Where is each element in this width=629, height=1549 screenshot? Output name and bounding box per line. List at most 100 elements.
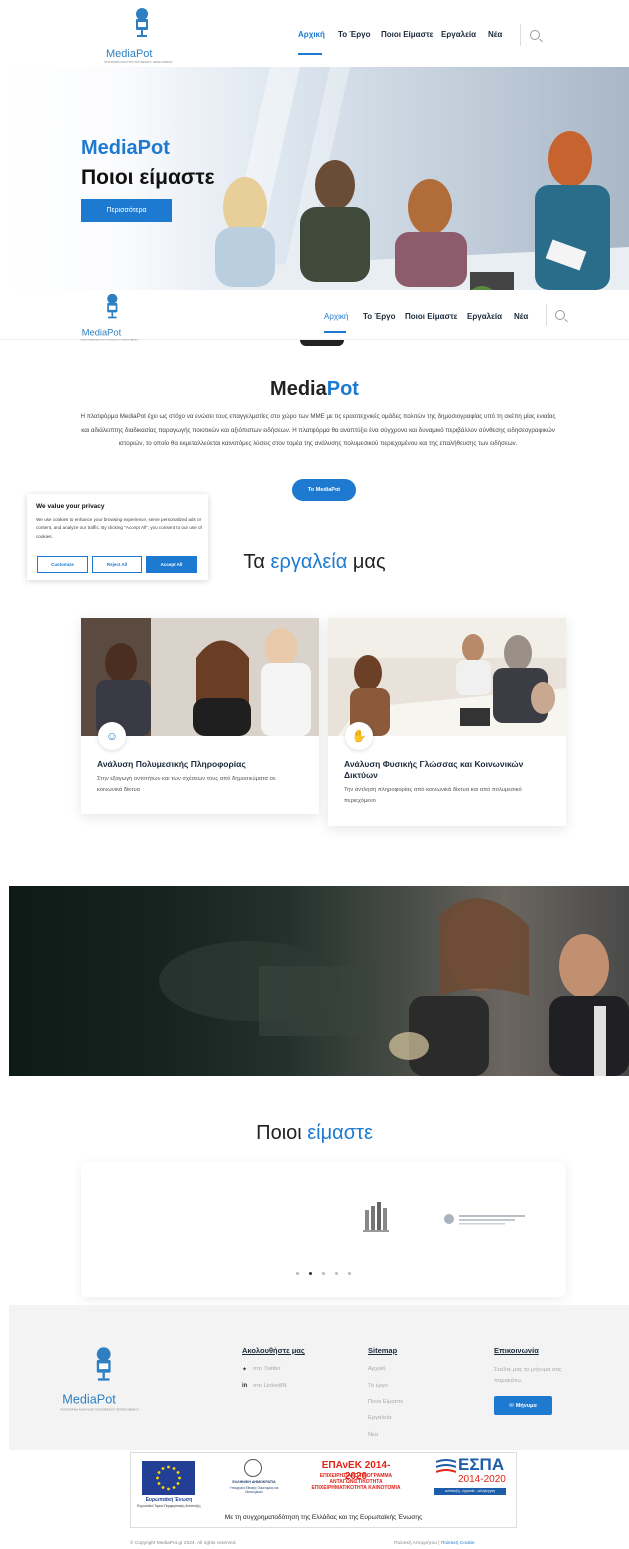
carousel-dot-active[interactable] <box>309 1272 312 1275</box>
nav-active-underline <box>324 331 346 333</box>
sticky-logo[interactable]: MediaPot ΠΛΑΤΦΟΡΜΑ ΑΝΑΛΥΣΗΣ ΠΟΛΥΜΕΣΙΚΟΥ … <box>80 292 148 341</box>
tool-card-desc: Την άντληση πληροφορίας από κοινωνικά δί… <box>344 787 522 804</box>
nav-item-news[interactable]: Νέα <box>488 30 502 39</box>
footer-message-button[interactable]: ✉ Μήνυμα <box>494 1396 552 1415</box>
tool-card[interactable]: ✋ Ανάλυση Φυσικής Γλώσσας και Κοινωνικών… <box>328 618 566 826</box>
footer-message-label: Μήνυμα <box>515 1402 537 1409</box>
carousel-dot[interactable] <box>348 1272 351 1275</box>
eu-stars <box>156 1465 181 1491</box>
tool-card-image <box>328 618 566 736</box>
about-text: Η πλατφόρμα MediaPot έχει ως στόχο να εν… <box>80 413 556 447</box>
hero-subtitle: Ποιοι είμαστε <box>81 166 215 189</box>
espa-sublabel: ανάπτυξη - εργασία - αλληλεγγύη <box>434 1488 506 1495</box>
about-title-part1: Media <box>270 378 327 400</box>
nav-item-home[interactable]: Αρχική <box>298 30 325 39</box>
about-title-accent: Pot <box>326 378 359 400</box>
nav-active-underline <box>298 53 322 55</box>
espa-years: 2014-2020 <box>458 1474 506 1485</box>
tool-card[interactable]: ☺ Ανάλυση Πολυμεσικής Πληροφορίας Στην ε… <box>81 618 319 814</box>
hellenic-sublabel: Υπουργείο Εθνικής Οικονομίας και Οικονομ… <box>229 1486 279 1494</box>
footer-sitemap-link[interactable]: Αρχική <box>368 1366 386 1372</box>
partners-title-accent: είμαστε <box>307 1122 373 1144</box>
carousel-dot[interactable] <box>296 1272 299 1275</box>
partners-carousel[interactable] <box>81 1162 566 1297</box>
microphone-logo-icon <box>136 8 148 37</box>
tools-title-part3: μας <box>347 551 386 573</box>
hero-title: MediaPot <box>81 137 170 159</box>
nav-item-about[interactable]: Ποιοι Είμαστε <box>405 312 457 321</box>
nav-item-project[interactable]: Το Έργο <box>363 312 396 321</box>
nav-divider <box>520 24 521 46</box>
nav-item-home[interactable]: Αρχική <box>324 312 348 321</box>
site-header: MediaPot ΠΛΑΤΦΟΡΜΑ ΑΝΑΛΥΣΗΣ ΠΟΛΥΜΕΣΙΚΟΥ … <box>0 0 629 67</box>
copyright-text: © Copyright MediaPot.gr 2024. All rights… <box>130 1541 237 1546</box>
cookie-text: We use cookies to enhance your browsing … <box>36 517 202 539</box>
footer-logo[interactable]: MediaPot ΠΛΑΤΦΟΡΜΑ ΑΝΑΛΥΣΗΣ ΠΟΛΥΜΕΣΙΚΟΥ … <box>60 1345 152 1412</box>
footer-contact-text: Στείλτε μας το μήνυμα σας παρακάτω. <box>494 1367 562 1384</box>
carousel-dot[interactable] <box>335 1272 338 1275</box>
brand-name: MediaPot <box>62 1393 116 1408</box>
nav-divider <box>546 304 547 326</box>
tools-title-part1: Τα <box>243 551 271 573</box>
tool-card-desc: Στην εξαγωγή οντοτήτων και των σχέσεων τ… <box>97 776 276 793</box>
about-mediapot-button[interactable]: Το MediaPot <box>292 479 356 501</box>
nav-item-project[interactable]: Το Έργο <box>338 30 371 39</box>
footer-sitemap-link[interactable]: Ποιοι Είμαστε <box>368 1399 403 1405</box>
banner-photo <box>159 898 629 1076</box>
sticky-header: MediaPot ΠΛΑΤΦΟΡΜΑ ΑΝΑΛΥΣΗΣ ΠΟΛΥΜΕΣΙΚΟΥ … <box>0 290 629 341</box>
eu-sublabel: Ευρωπαϊκό Ταμείο Περιφερειακής Ανάπτυξης <box>137 1504 201 1508</box>
hero-section: MediaPot Ποιοι είμαστε Περισσότερα <box>0 67 629 290</box>
twitter-icon[interactable]: ✦ <box>242 1366 247 1373</box>
legal-links: Πολιτική Απορρήτου | Πολιτική Cookie <box>394 1541 475 1546</box>
cookie-reject-button[interactable]: Reject All <box>92 556 142 573</box>
envelope-icon: ✉ <box>509 1402 514 1409</box>
about-title: MediaPot <box>0 378 629 401</box>
partners-title-part1: Ποιοι <box>256 1122 308 1144</box>
nav-item-about[interactable]: Ποιοι Είμαστε <box>381 30 433 39</box>
eu-flag-icon <box>142 1461 195 1495</box>
hellenic-emblem-icon <box>244 1459 262 1477</box>
epanek-sublabel: ΕΠΙΧΕΙΡΗΣΙΑΚΟ ΠΡΟΓΡΑΜΜΑ ΑΝΤΑΓΩΝΙΣΤΙΚΟΤΗΤ… <box>311 1473 401 1491</box>
partner-logo-university[interactable] <box>443 1212 529 1226</box>
footer-sitemap-link[interactable]: Το έργο <box>368 1383 388 1389</box>
footer-contact-heading: Επικοινωνία <box>494 1346 539 1355</box>
espa-logo: ΕΣΠΑ <box>458 1455 505 1474</box>
search-icon[interactable] <box>530 30 540 40</box>
tool-card-title: Ανάλυση Φυσικής Γλώσσας και Κοινωνικών Δ… <box>344 759 524 780</box>
hands-icon: ✋ <box>345 722 373 750</box>
partner-logo-itsc[interactable] <box>363 1202 391 1234</box>
tools-title-accent: εργαλεία <box>270 551 348 573</box>
partners-title: Ποιοι είμαστε <box>0 1122 629 1145</box>
footer-twitter-link[interactable]: στο Twitter <box>253 1366 281 1372</box>
logo[interactable]: MediaPot ΠΛΑΤΦΟΡΜΑ ΑΝΑΛΥΣΗΣ ΠΟΛΥΜΕΣΙΚΟΥ … <box>104 6 184 64</box>
tool-card-title: Ανάλυση Πολυμεσικής Πληροφορίας <box>97 759 246 769</box>
espa-waves <box>435 1459 457 1473</box>
search-icon[interactable] <box>555 310 565 320</box>
people-icon: ☺ <box>98 722 126 750</box>
tool-card-image <box>81 618 319 736</box>
cookie-accept-button[interactable]: Accept All <box>146 556 197 573</box>
funding-banner: Ευρωπαϊκή Ένωση Ευρωπαϊκό Ταμείο Περιφερ… <box>130 1452 517 1528</box>
carousel-dot[interactable] <box>322 1272 325 1275</box>
nav-item-news[interactable]: Νέα <box>514 312 528 321</box>
cookie-customize-button[interactable]: Customize <box>37 556 88 573</box>
brand-tagline: ΠΛΑΤΦΟΡΜΑ ΑΝΑΛΥΣΗΣ ΠΟΛΥΜΕΣΙΚΟΥ ΠΕΡΙΕΧΟΜΕ… <box>80 338 139 342</box>
privacy-policy-link[interactable]: Πολιτική Απορρήτου <box>394 1541 437 1546</box>
eu-label: Ευρωπαϊκή Ένωση <box>145 1497 193 1503</box>
hero-more-button[interactable]: Περισσότερα <box>81 199 172 222</box>
brand-tagline: ΠΛΑΤΦΟΡΜΑ ΑΝΑΛΥΣΗΣ ΠΟΛΥΜΕΣΙΚΟΥ ΠΕΡΙΕΧΟΜΕ… <box>60 1408 140 1412</box>
nav-item-tools[interactable]: Εργαλεία <box>441 30 476 39</box>
brand-name: MediaPot <box>81 327 122 338</box>
cookie-policy-link[interactable]: Πολιτική Cookie <box>441 1541 475 1546</box>
office-banner-image <box>9 886 629 1076</box>
brand-tagline: ΠΛΑΤΦΟΡΜΑ ΑΝΑΛΥΣΗΣ ΠΟΛΥΜΕΣΙΚΟΥ ΠΕΡΙΕΧΟΜΕ… <box>104 61 173 64</box>
footer-sitemap-link[interactable]: Νέα <box>368 1432 378 1438</box>
funding-caption: Με τη συγχρηματοδότηση της Ελλάδας και τ… <box>224 1514 423 1521</box>
hellenic-label: ΕΛΛΗΝΙΚΗ ΔΗΜΟΚΡΑΤΙΑ <box>232 1480 276 1484</box>
microphone-logo-icon <box>107 293 118 319</box>
linkedin-icon[interactable]: in <box>242 1383 247 1389</box>
footer-follow-heading: Ακολουθήστε μας <box>242 1346 305 1355</box>
nav-item-tools[interactable]: Εργαλεία <box>467 312 502 321</box>
footer-linkedin-link[interactable]: στο LinkedIN <box>253 1383 287 1389</box>
footer-sitemap-link[interactable]: Εργαλεία <box>368 1415 392 1421</box>
